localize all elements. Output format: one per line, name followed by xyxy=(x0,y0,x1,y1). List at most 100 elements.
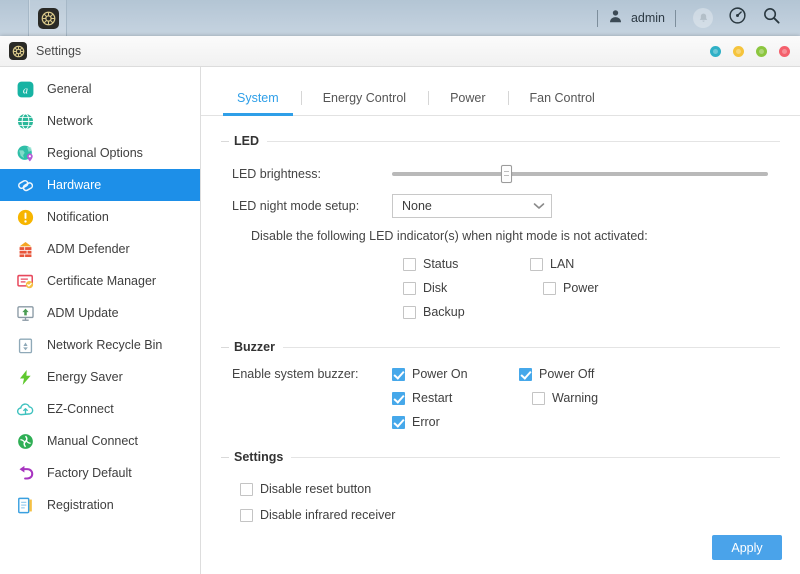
checkbox-box[interactable] xyxy=(392,367,405,381)
sidebar-item-registration[interactable]: Registration xyxy=(0,489,200,521)
buzzer-group-body: Enable system buzzer: Power On Power Off xyxy=(221,360,780,434)
checkbox-label: Restart xyxy=(412,391,453,405)
registration-icon xyxy=(14,494,36,516)
led-brightness-label: LED brightness: xyxy=(232,166,321,181)
led-checkbox-status[interactable]: Status xyxy=(403,252,530,276)
hardware-icon xyxy=(14,174,36,196)
dashboard-button[interactable] xyxy=(720,3,754,33)
window-button-minimize[interactable] xyxy=(733,45,744,57)
energy-saver-icon xyxy=(14,366,36,388)
gear-icon xyxy=(37,7,59,29)
user-icon xyxy=(608,8,623,29)
tab-label: System xyxy=(237,91,279,105)
checkbox-box[interactable] xyxy=(543,281,556,295)
checkbox-box[interactable] xyxy=(392,391,405,405)
buzzer-row: Enable system buzzer: Power On Power Off xyxy=(232,362,780,434)
checkbox-box[interactable] xyxy=(519,367,532,381)
checkbox-box[interactable] xyxy=(532,391,545,405)
window-button-pin[interactable] xyxy=(710,45,721,57)
settings-checkbox-disable-reset-button[interactable]: Disable reset button xyxy=(232,476,780,502)
led-checkbox-power[interactable]: Power xyxy=(543,276,670,300)
sidebar-item-network[interactable]: Network xyxy=(0,105,200,137)
led-indicator-hint: Disable the following LED indicator(s) w… xyxy=(251,229,648,243)
sidebar-label: Certificate Manager xyxy=(47,274,157,288)
footer-actions: Apply xyxy=(712,535,782,560)
buzzer-checkbox-restart[interactable]: Restart xyxy=(392,386,532,410)
group-rule xyxy=(267,140,780,142)
sidebar-label: Energy Saver xyxy=(47,370,123,384)
checkbox-box[interactable] xyxy=(240,508,253,522)
checkbox-box[interactable] xyxy=(403,281,416,295)
tab-power[interactable]: Power xyxy=(428,90,507,115)
sidebar-item-adm-update[interactable]: ADM Update xyxy=(0,297,200,329)
manual-connect-icon xyxy=(14,430,36,452)
window-button-close[interactable] xyxy=(779,45,790,57)
checkbox-box[interactable] xyxy=(530,257,543,271)
checkbox-box[interactable] xyxy=(392,415,405,429)
led-brightness-slider[interactable] xyxy=(392,164,768,183)
checkbox-box[interactable] xyxy=(403,305,416,319)
led-night-mode-row: LED night mode setup: None xyxy=(232,193,780,218)
led-group-body: LED brightness: LED night mode setup: No… xyxy=(221,154,780,324)
chevron-down-icon xyxy=(533,199,545,213)
recycle-bin-icon xyxy=(14,334,36,356)
slider-thumb[interactable] xyxy=(500,164,512,183)
svg-text:a: a xyxy=(22,85,27,96)
current-user[interactable]: admin xyxy=(608,8,665,29)
buzzer-checkbox-power-on[interactable]: Power On xyxy=(392,362,519,386)
checkbox-box[interactable] xyxy=(403,257,416,271)
buzzer-group-header: Buzzer xyxy=(221,340,780,354)
sidebar-item-adm-defender[interactable]: ADM Defender xyxy=(0,233,200,265)
sidebar-item-manual-connect[interactable]: Manual Connect xyxy=(0,425,200,457)
sidebar-item-energy-saver[interactable]: Energy Saver xyxy=(0,361,200,393)
cloud-upload-icon xyxy=(14,398,36,420)
gauge-icon xyxy=(728,6,747,30)
settings-group-title: Settings xyxy=(234,450,284,464)
tab-label: Energy Control xyxy=(322,91,407,105)
notification-button[interactable] xyxy=(686,3,720,33)
buzzer-label: Enable system buzzer: xyxy=(232,367,359,381)
led-checkbox-disk[interactable]: Disk xyxy=(403,276,543,300)
screen: admin Settings a General Network Regiona… xyxy=(0,0,800,574)
window-button-maximize[interactable] xyxy=(756,45,767,57)
tab-fan-control[interactable]: Fan Control xyxy=(507,90,617,115)
window-titlebar[interactable]: Settings xyxy=(0,36,800,67)
buzzer-checkbox-power-off[interactable]: Power Off xyxy=(519,362,647,386)
sidebar-item-notification[interactable]: Notification xyxy=(0,201,200,233)
apply-button[interactable]: Apply xyxy=(712,535,782,560)
tray-separator-2 xyxy=(675,9,676,27)
checkbox-label: Disable reset button xyxy=(260,482,372,496)
group-dash xyxy=(221,456,229,458)
sidebar-item-regional-options[interactable]: Regional Options xyxy=(0,137,200,169)
sidebar-label: ADM Defender xyxy=(47,242,130,256)
tab-system[interactable]: System xyxy=(215,90,301,116)
group-dash xyxy=(221,140,229,142)
tab-energy-control[interactable]: Energy Control xyxy=(300,90,428,115)
certificate-icon xyxy=(14,270,36,292)
window-controls xyxy=(710,45,790,57)
search-button[interactable] xyxy=(754,3,788,33)
buzzer-group: Buzzer Enable system buzzer: Power On Po… xyxy=(221,340,780,434)
buzzer-checkbox-warning[interactable]: Warning xyxy=(532,386,659,410)
undo-arrow-icon xyxy=(14,462,36,484)
taskbar-settings-app[interactable] xyxy=(29,0,67,36)
checkbox-box[interactable] xyxy=(240,482,253,496)
tab-label: Fan Control xyxy=(529,91,595,105)
buzzer-checkbox-error[interactable]: Error xyxy=(392,410,520,434)
sidebar-item-factory-default[interactable]: Factory Default xyxy=(0,457,200,489)
group-rule xyxy=(282,346,780,348)
sidebar-item-ez-connect[interactable]: EZ-Connect xyxy=(0,393,200,425)
sidebar-item-certificate-manager[interactable]: Certificate Manager xyxy=(0,265,200,297)
led-night-mode-select[interactable]: None xyxy=(392,193,552,218)
led-checkbox-backup[interactable]: Backup xyxy=(403,300,531,324)
led-brightness-row: LED brightness: xyxy=(232,161,780,186)
led-checkbox-lan[interactable]: LAN xyxy=(530,252,658,276)
settings-group-header: Settings xyxy=(221,450,780,464)
sidebar-item-network-recycle-bin[interactable]: Network Recycle Bin xyxy=(0,329,200,361)
sidebar-item-hardware[interactable]: Hardware xyxy=(0,169,200,201)
settings-group: Settings Disable reset button Disable in… xyxy=(221,450,780,528)
led-night-mode-value: None xyxy=(402,198,432,213)
firewall-icon xyxy=(14,238,36,260)
sidebar-item-general[interactable]: a General xyxy=(0,73,200,105)
settings-checkbox-disable-infrared-receiver[interactable]: Disable infrared receiver xyxy=(232,502,780,528)
